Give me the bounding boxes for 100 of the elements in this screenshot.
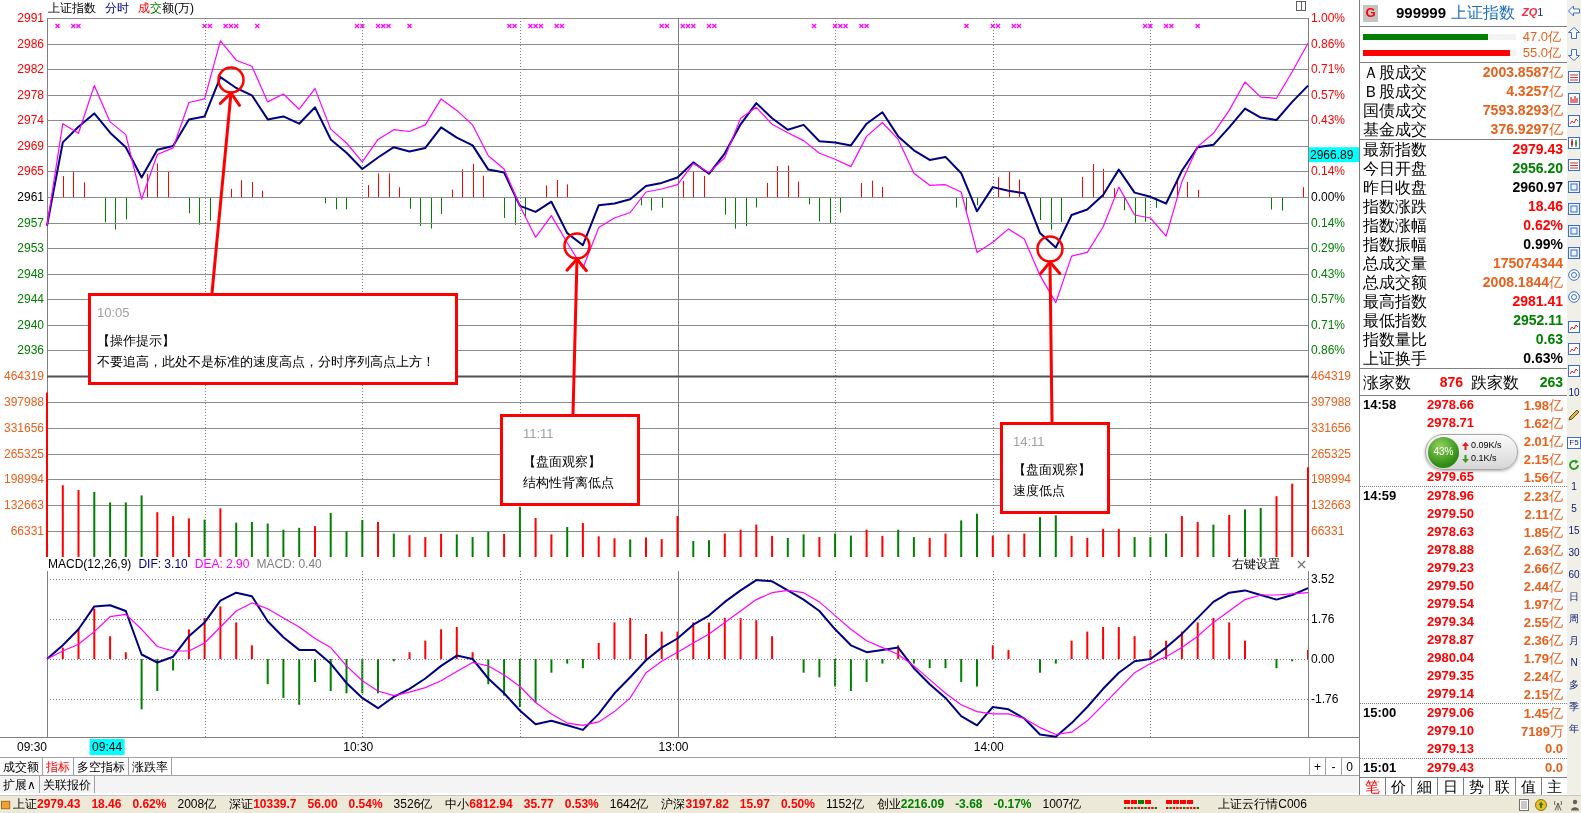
tick-amount: 1.56 [1523,469,1549,485]
tick-amount: 2.55 [1523,614,1549,630]
callout-title: 【操作提示】 [97,332,176,350]
legend-text: 成 [138,1,150,15]
tick-price: 2978.87 [1427,632,1475,648]
unit-label: 亿 [1549,685,1563,702]
index-value: 6812.94 [469,797,513,812]
tick-price: 2979.35 [1427,668,1475,684]
tick-price: 2978.66 [1427,397,1475,413]
stat-label: 最高指数 [1363,292,1427,311]
axis-label: 198994 [3,472,44,487]
index-name: 中小 [445,797,470,812]
axis-label: 2965 [17,164,44,179]
tick-time: 15:00 [1363,705,1398,721]
tick-amount: 2.23 [1523,488,1549,504]
unit-label: 亿 [1549,432,1563,449]
unit-label: 亿 [1549,523,1563,540]
axis-label: 0.43% [1311,266,1346,281]
tick-price: 2979.65 [1427,469,1475,485]
stat-value: 2960.97 [1512,179,1563,196]
unit-label: 亿 [1549,667,1563,684]
axis-label: 2969 [17,138,44,153]
axis-label: 132663 [1311,498,1352,513]
stat-label: 上证换手 [1363,349,1427,368]
indicator-value: DIF: 3.10 [138,557,188,571]
tick-price: 2979.43 [1427,760,1475,776]
turnover-label: 基金成交 [1363,120,1427,139]
axis-label: 3.52 [1311,571,1335,586]
axis-label: 2948 [17,266,44,281]
chart-mode-label: 分时 [105,1,129,15]
tick-amount: 2.36 [1523,632,1549,648]
tick-price: 2978.71 [1427,415,1475,431]
cursor-time-label: 09:44 [89,739,125,755]
index-value: 10339.7 [253,797,297,812]
unit-label: 亿 [1549,274,1563,291]
callout-time: 10:05 [97,304,131,322]
tick-time: 15:01 [1363,760,1398,776]
axis-label: 66331 [1311,524,1345,539]
axis-label: 2991 [17,11,44,25]
stat-label: 指数振幅 [1363,235,1427,254]
callout-title: 【盘面观察】 [1013,461,1092,479]
stat-label: 昨日收盘 [1363,178,1427,197]
tick-price: 2979.23 [1427,560,1475,576]
unit-label: 亿 [1549,414,1563,431]
unit-label: 亿 [1549,102,1563,119]
callout-title: 【盘面观察】 [523,453,602,471]
tick-time: 14:58 [1363,397,1398,413]
axis-label: 1.76 [1311,611,1335,626]
axis-label: 265325 [3,446,44,461]
market-badge: G [1363,4,1378,22]
tick-amount: 7189 [1521,723,1550,739]
axis-label: 10:30 [343,740,374,754]
tick-amount: 2.66 [1523,560,1549,576]
stat-value: 2981.41 [1512,293,1563,310]
index-percent: 0.62% [132,797,167,812]
stat-label: 最新指数 [1363,140,1427,159]
legend-text: 交 [150,1,162,15]
stat-label: 指数涨跌 [1363,197,1427,216]
stat-value: 2956.20 [1512,160,1563,177]
turnover-value: 376.9297 [1490,121,1549,138]
axis-label: 0.14% [1311,164,1346,179]
axis-label: 66331 [10,524,44,539]
index-change: 56.00 [307,797,338,812]
turnover-label: 国债成交 [1363,101,1427,120]
flow-amount: 47.0亿 [1522,29,1561,44]
legend-text: 额(万) [162,1,194,15]
unit-label: 亿 [1549,83,1563,100]
turnover-value: 2003.8587 [1482,64,1549,81]
callout-time: 14:11 [1013,433,1046,451]
tick-price: 2978.88 [1427,542,1475,558]
axis-label: 2961 [17,190,44,204]
unit-label: 亿 [1549,505,1563,522]
turnover-value: 4.3257 [1506,83,1549,100]
tick-amount: 2.44 [1523,578,1549,594]
axis-label: 13:00 [658,740,689,754]
axis-label: 0.71% [1311,317,1346,332]
tick-amount: 2.15 [1523,686,1549,702]
index-name: 上证 [13,797,37,812]
axis-label: 2957 [17,215,44,230]
stat-value: 18.46 [1527,198,1563,215]
indicator-value: MACD: 0.40 [256,557,322,571]
indicator-title: MACD(12,26,9) [48,557,132,571]
index-amount: 1152亿 [825,797,864,812]
unit-label: 亿 [1549,64,1563,81]
unit-label: 万 [1549,722,1564,739]
tick-price: 2979.50 [1427,506,1475,522]
tick-price: 2979.50 [1427,578,1475,594]
axis-label: 0.57% [1311,87,1346,102]
advancers-label: 涨家数 [1363,372,1411,392]
callout-text: 不要追高，此处不是标准的速度高点，分时序列高点上方！ [97,353,436,371]
axis-label: 397988 [3,394,44,409]
axis-label: 265325 [1311,446,1352,461]
stat-value: 0.99% [1523,236,1563,253]
turnover-label: Ｂ股成交 [1363,82,1427,101]
tick-price: 2979.06 [1427,705,1475,721]
upload-speed: 0.09K/s [1471,440,1502,451]
index-amount: 3526亿 [393,797,433,812]
tick-price: 2979.13 [1427,741,1475,757]
security-name: 上证指数 [1451,3,1516,23]
index-value: 2216.09 [900,797,945,812]
